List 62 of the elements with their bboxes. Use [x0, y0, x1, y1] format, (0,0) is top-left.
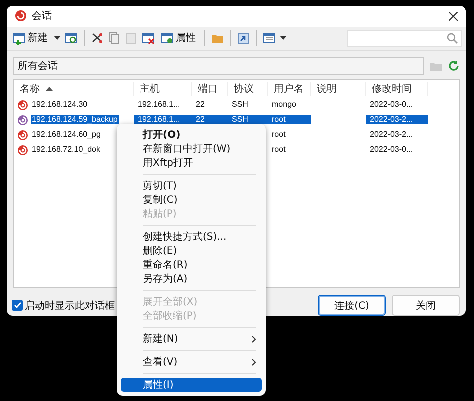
session-name[interactable]: 192.168.124.59_backup: [31, 115, 119, 124]
menu-item[interactable]: 复制(C): [121, 193, 262, 207]
dropdown-caret-icon[interactable]: [280, 36, 287, 40]
table-cell: SSH: [228, 115, 268, 124]
dropdown-caret-icon[interactable]: [54, 36, 61, 40]
column-header[interactable]: 名称: [14, 82, 134, 96]
menu-item[interactable]: 剪切(T): [121, 179, 262, 193]
session-icon: [17, 114, 29, 126]
table-cell-text: root: [271, 130, 287, 140]
sort-arrow-icon: [46, 86, 53, 91]
search-field[interactable]: [347, 30, 462, 47]
menu-item[interactable]: 新建(N): [121, 332, 262, 346]
view-icon[interactable]: [263, 32, 276, 45]
session-icon: [17, 144, 29, 156]
path-bar: 所有会话: [13, 57, 424, 76]
table-cell-text: 22: [195, 100, 206, 110]
table-cell-text: mongo: [271, 100, 298, 110]
search-icon[interactable]: [447, 32, 458, 44]
delete-window-icon[interactable]: [142, 32, 155, 45]
table-cell-text: root: [271, 145, 287, 154]
menu-item[interactable]: 重命名(R): [121, 258, 262, 272]
session-name[interactable]: 192.168.124.30: [31, 100, 89, 110]
table-cell-text: 2022-03-0...: [369, 145, 414, 154]
menu-item[interactable]: 在新窗口中打开(W): [121, 142, 262, 156]
column-header[interactable]: 端口: [192, 82, 228, 96]
new-button[interactable]: 新建: [11, 29, 50, 48]
menu-item[interactable]: 删除(E): [121, 244, 262, 258]
column-header[interactable]: 用户名: [268, 82, 311, 96]
checkbox-label: 启动时显示此对话框: [25, 300, 115, 312]
menu-item[interactable]: 打开(O): [121, 128, 262, 142]
connect-button[interactable]: 连接(C): [318, 295, 386, 316]
session-name[interactable]: 192.168.72.10_dok: [31, 145, 102, 154]
menu-item[interactable]: 属性(I): [121, 378, 262, 392]
table-cell-text: SSH: [231, 100, 250, 110]
table-cell: 22: [192, 115, 228, 124]
window-title: 会话: [32, 10, 53, 24]
table-cell-text: 2022-03-0...: [369, 100, 414, 110]
session-icon: [17, 128, 29, 141]
close-button[interactable]: 关闭: [392, 295, 460, 316]
session-icon: [17, 98, 29, 111]
column-header[interactable]: 说明: [311, 82, 366, 96]
menu-item[interactable]: 查看(V): [121, 355, 262, 369]
cut-icon[interactable]: [91, 32, 104, 45]
table-cell: 192.168.1...: [134, 115, 192, 124]
refresh-icon[interactable]: [448, 60, 460, 72]
table-cell: 2022-03-2...: [366, 115, 428, 124]
menu-item[interactable]: 用Xftp打开: [121, 156, 262, 170]
close-icon[interactable]: [449, 12, 458, 21]
column-header[interactable]: 主机: [134, 82, 192, 96]
table-cell-text: 2022-03-2...: [369, 130, 414, 140]
app-logo-icon: [15, 10, 27, 22]
menu-item[interactable]: 创建快捷方式(S)...: [121, 230, 262, 244]
table-cell: root: [268, 115, 311, 124]
checkbox[interactable]: [12, 300, 23, 311]
column-header[interactable]: 协议: [228, 82, 268, 96]
properties-button[interactable]: 属性: [159, 29, 198, 48]
table-cell-text: 192.168.1...: [137, 100, 182, 110]
column-header[interactable]: 修改时间: [366, 82, 428, 96]
shortcut-icon[interactable]: [237, 32, 250, 45]
new-window-icon[interactable]: [13, 32, 26, 45]
menu-item[interactable]: 另存为(A): [121, 272, 262, 286]
session-name[interactable]: 192.168.124.60_pg: [31, 130, 102, 140]
